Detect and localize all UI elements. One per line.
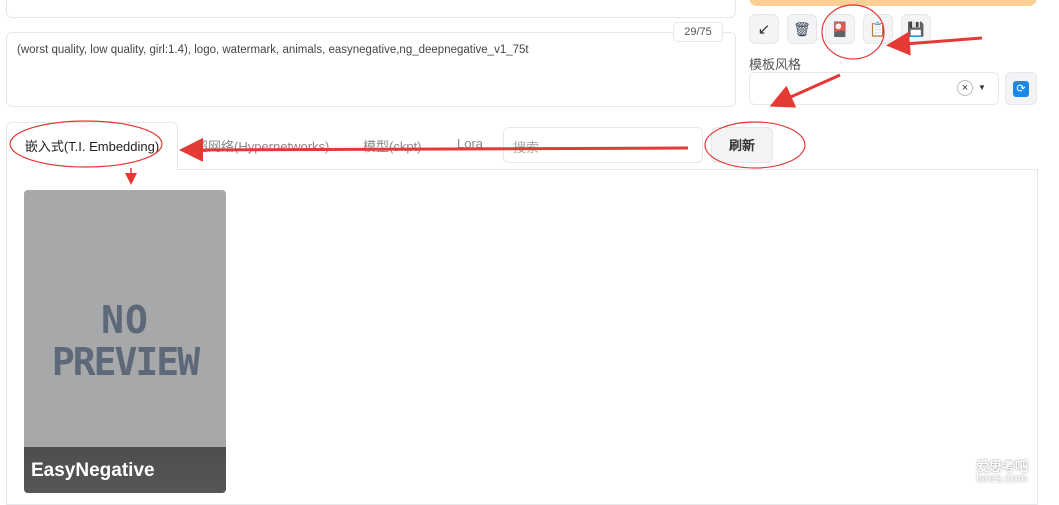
save-style-button[interactable]: 💾: [901, 14, 931, 44]
refresh-button[interactable]: 刷新: [711, 127, 773, 163]
apply-style-button[interactable]: 📋: [863, 14, 893, 44]
positive-prompt-textarea[interactable]: [6, 0, 736, 18]
negative-prompt-text: (worst quality, low quality, girl:1.4), …: [17, 44, 529, 56]
tab-lora[interactable]: Lora: [457, 136, 483, 151]
watermark-url: isres.com: [976, 471, 1028, 485]
search-placeholder: 搜索: [513, 140, 540, 155]
clear-prompt-button[interactable]: 🗑: [787, 14, 817, 44]
tab-checkpoints[interactable]: 模型(ckpt): [363, 136, 422, 155]
generate-button[interactable]: [749, 0, 1037, 6]
styles-label: 模板风格: [749, 57, 802, 72]
token-counter: 29/75: [673, 22, 723, 42]
card-icon: 🎴: [831, 20, 849, 37]
trash-icon: 🗑: [793, 20, 811, 37]
refresh-icon: ⟳: [1013, 80, 1029, 97]
arrow-icon: ↙: [757, 21, 771, 38]
save-icon: 💾: [907, 20, 925, 37]
show-extra-networks-button[interactable]: 🎴: [825, 14, 855, 44]
tab-hypernetworks[interactable]: 超网络(Hypernetworks): [195, 136, 329, 155]
refresh-styles-button[interactable]: ⟳: [1005, 72, 1037, 105]
tab-textual-inversion[interactable]: 嵌入式(T.I. Embedding): [6, 122, 178, 170]
paste-params-button[interactable]: ↙: [749, 14, 779, 44]
no-preview-text-2: PREVIEW: [51, 340, 200, 384]
clear-icon[interactable]: ×: [957, 80, 973, 96]
no-preview-text: NO: [101, 298, 149, 342]
embedding-card[interactable]: NO PREVIEW EasyNegative: [24, 190, 226, 493]
chevron-down-icon[interactable]: ▼: [978, 83, 986, 92]
clipboard-icon: 📋: [869, 20, 887, 37]
card-title: EasyNegative: [31, 460, 155, 481]
